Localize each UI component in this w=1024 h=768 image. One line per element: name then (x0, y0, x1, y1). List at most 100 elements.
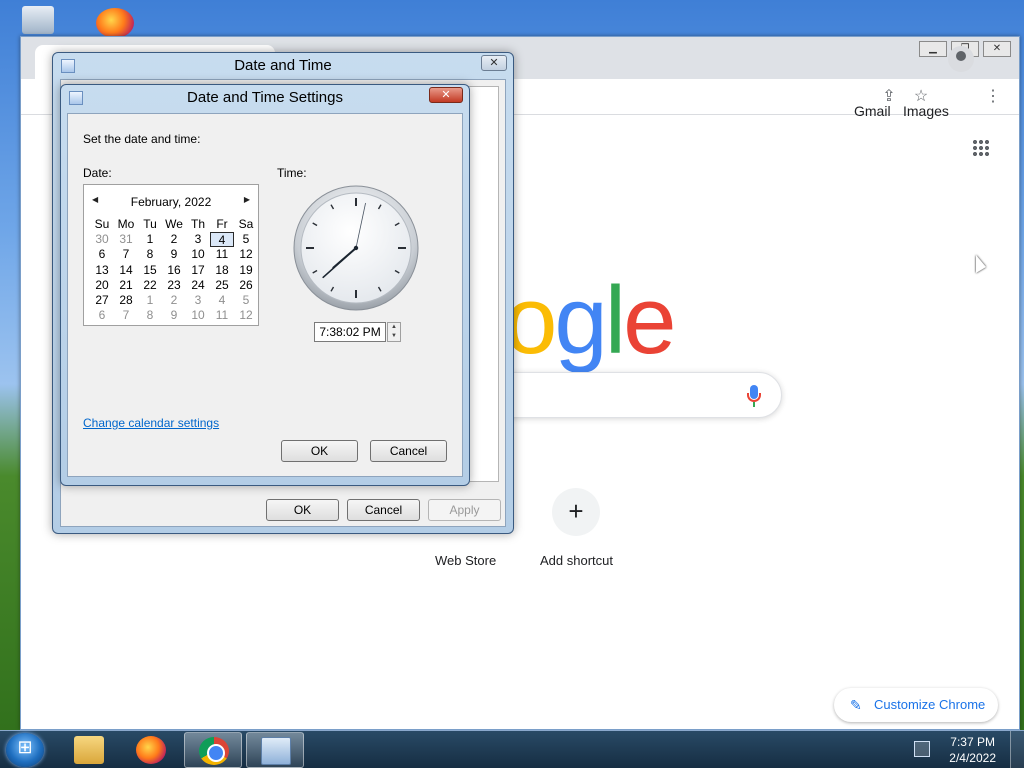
spin-down-icon[interactable]: ▼ (388, 332, 400, 341)
dialog-title: Date and Time (234, 57, 332, 74)
chrome-icon (199, 737, 229, 765)
calendar-day[interactable]: 24 (186, 278, 210, 293)
calendar-day[interactable]: 2 (162, 293, 186, 308)
calendar-day[interactable]: 3 (186, 232, 210, 247)
calendar-day[interactable]: 2 (162, 232, 186, 247)
system-clock[interactable]: 7:37 PM 2/4/2022 (949, 734, 996, 766)
minimize-icon[interactable]: ▁ (919, 41, 947, 57)
calendar-day[interactable]: 9 (162, 308, 186, 323)
shortcut-add-shortcut[interactable]: Add shortcut (540, 553, 613, 568)
calendar-day[interactable]: 21 (114, 278, 138, 293)
taskbar-chrome[interactable] (184, 732, 242, 768)
calendar-day[interactable]: 12 (234, 247, 258, 262)
calendar-day[interactable]: 1 (138, 293, 162, 308)
logo-letter: g (554, 267, 607, 374)
google-logo: ogle (504, 266, 677, 376)
recycle-bin-icon[interactable] (22, 6, 54, 34)
google-apps-icon[interactable] (972, 139, 990, 157)
calendar-clock-icon (261, 737, 291, 765)
logo-letter: e (623, 267, 676, 374)
calendar-day[interactable]: 15 (138, 263, 162, 278)
calendar-day[interactable]: 5 (234, 293, 258, 308)
calendar-day[interactable]: 20 (90, 278, 114, 293)
apply-button[interactable]: Apply (428, 499, 501, 521)
network-icon[interactable] (914, 741, 930, 757)
calendar-day[interactable]: 19 (234, 263, 258, 278)
calendar-day[interactable]: 27 (90, 293, 114, 308)
calendar-day[interactable]: 23 (162, 278, 186, 293)
calendar-day[interactable]: 8 (138, 308, 162, 323)
calendar-day[interactable]: 12 (234, 308, 258, 323)
calendar-day[interactable]: 6 (90, 247, 114, 262)
calendar-day[interactable]: 26 (234, 278, 258, 293)
tray-date: 2/4/2022 (949, 751, 996, 765)
calendar-day[interactable]: 18 (210, 263, 234, 278)
cancel-button[interactable]: Cancel (370, 440, 447, 462)
gmail-link[interactable]: Gmail (854, 103, 891, 119)
calendar-day[interactable]: 3 (186, 293, 210, 308)
taskbar-date-time[interactable] (246, 732, 304, 768)
mouse-cursor-icon (976, 255, 986, 273)
calendar-day[interactable]: 11 (210, 308, 234, 323)
calendar-day[interactable]: 25 (210, 278, 234, 293)
clock-center (353, 245, 359, 251)
calendar-day[interactable]: 22 (138, 278, 162, 293)
calendar-day[interactable]: 9 (162, 247, 186, 262)
time-input[interactable]: 7:38:02 PM (314, 322, 386, 342)
change-calendar-settings-link[interactable]: Change calendar settings (83, 416, 219, 430)
ok-button[interactable]: OK (281, 440, 358, 462)
dialog-title: Date and Time Settings (187, 89, 343, 106)
calendar-grid: Su Mo Tu We Th Fr Sa 30 31 1 2 3 4 5 6 7 8 9 10 11 12 13 14 15 1… (90, 217, 258, 323)
taskbar-firefox[interactable] (122, 732, 180, 768)
add-shortcut-button[interactable]: + (552, 488, 600, 536)
calendar-day-header: We (165, 217, 183, 231)
calendar-day[interactable]: 28 (114, 293, 138, 308)
start-button[interactable] (6, 733, 44, 767)
close-icon[interactable]: ✕ (429, 87, 463, 103)
time-spinner[interactable]: ▲ ▼ (387, 322, 401, 342)
calendar-day[interactable]: 31 (114, 232, 138, 247)
calendar-day[interactable]: 10 (186, 308, 210, 323)
spin-up-icon[interactable]: ▲ (388, 323, 400, 332)
instruction-text: Set the date and time: (83, 132, 201, 146)
calendar-day[interactable]: 5 (234, 232, 258, 247)
calendar-day[interactable]: 11 (210, 247, 234, 262)
calendar-day[interactable]: 8 (138, 247, 162, 262)
calendar-day[interactable]: 7 (114, 308, 138, 323)
close-icon[interactable]: ✕ (481, 55, 507, 71)
firefox-icon (136, 736, 166, 764)
calendar-day-header: Su (94, 217, 110, 231)
taskbar-explorer[interactable] (60, 732, 118, 768)
calendar-day[interactable]: 6 (90, 308, 114, 323)
ok-button[interactable]: OK (266, 499, 339, 521)
calendar-day[interactable]: 7 (114, 247, 138, 262)
customize-chrome-button[interactable]: ✎ Customize Chrome (834, 688, 998, 722)
menu-kebab-icon[interactable]: ⋮ (983, 87, 1003, 107)
analog-clock (293, 185, 419, 311)
date-label: Date: (83, 166, 112, 180)
dialog-client-area: Set the date and time: Date: Time: ◀ Feb… (67, 113, 463, 477)
calendar-day-header: Mo (117, 217, 135, 231)
taskbar: 7:37 PM 2/4/2022 (0, 730, 1024, 768)
calendar-day[interactable]: 4 (210, 232, 234, 248)
calendar-month[interactable]: February, 2022 (84, 195, 258, 209)
next-month-icon[interactable]: ▶ (244, 195, 250, 204)
calendar-day[interactable]: 1 (138, 232, 162, 247)
calendar-day[interactable]: 30 (90, 232, 114, 247)
show-desktop-button[interactable] (1010, 731, 1024, 768)
cancel-button[interactable]: Cancel (347, 499, 420, 521)
calendar-day[interactable]: 10 (186, 247, 210, 262)
close-icon[interactable]: ✕ (983, 41, 1011, 57)
calendar-day[interactable]: 14 (114, 263, 138, 278)
calendar-day[interactable]: 4 (210, 293, 234, 308)
images-link[interactable]: Images (903, 103, 949, 119)
shortcut-web-store[interactable]: Web Store (435, 553, 496, 568)
calendar-day[interactable]: 17 (186, 263, 210, 278)
calendar-day-header: Th (190, 217, 205, 231)
calendar-day[interactable]: 16 (162, 263, 186, 278)
microphone-icon[interactable] (747, 385, 761, 407)
calendar-day-header: Sa (238, 217, 254, 231)
profile-avatar-icon[interactable] (948, 46, 974, 72)
calendar-day[interactable]: 13 (90, 263, 114, 278)
firefox-desktop-icon[interactable] (96, 8, 134, 38)
